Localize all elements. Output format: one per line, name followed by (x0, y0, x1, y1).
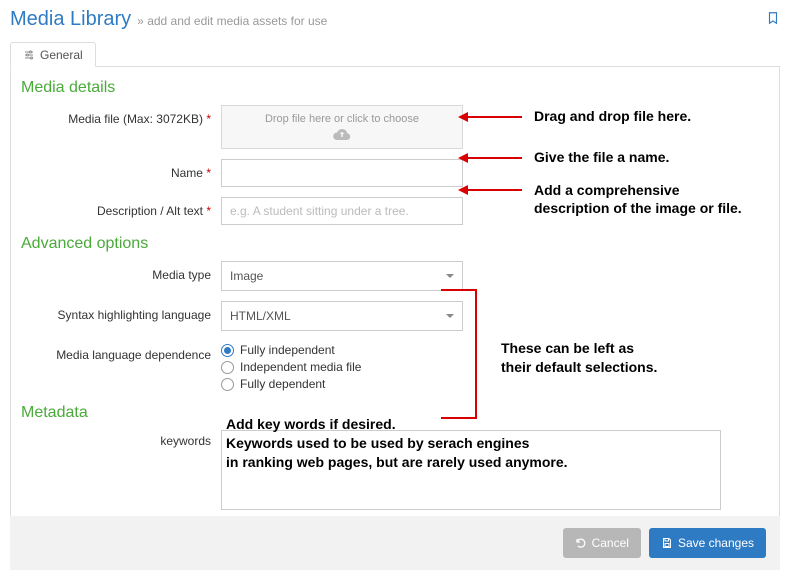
syntax-select[interactable]: HTML/XML (221, 301, 463, 331)
label-keywords: keywords (21, 430, 221, 448)
radio-label: Fully independent (240, 343, 335, 357)
cancel-button[interactable]: Cancel (563, 528, 641, 558)
syntax-value: HTML/XML (230, 309, 291, 323)
label-name: Name * (21, 159, 221, 180)
annotation-bracket (441, 289, 477, 419)
tab-general-label: General (40, 48, 83, 62)
arrow-icon (466, 116, 522, 118)
annotation-drop: Drag and drop file here. (466, 108, 691, 126)
arrow-icon (466, 189, 522, 191)
undo-icon (575, 537, 587, 549)
description-input[interactable] (221, 197, 463, 225)
dropzone-text: Drop file here or click to choose (265, 113, 419, 125)
page-header: Media Library add and edit media assets … (10, 8, 780, 35)
radio-fully-independent[interactable]: Fully independent (221, 343, 463, 357)
form-panel: Media details Media file (Max: 3072KB) *… (10, 67, 780, 538)
label-dependence: Media language dependence (21, 341, 221, 362)
media-type-value: Image (230, 269, 263, 283)
footer-bar: Cancel Save changes (10, 516, 780, 570)
tab-general[interactable]: General (10, 42, 96, 67)
media-type-select[interactable]: Image (221, 261, 463, 291)
radio-independent-media-file[interactable]: Independent media file (221, 360, 463, 374)
label-syntax: Syntax highlighting language (21, 301, 221, 322)
section-advanced: Advanced options (21, 235, 769, 253)
page-subtitle: add and edit media assets for use (137, 14, 327, 28)
keywords-textarea[interactable] (221, 430, 721, 510)
upload-cloud-icon (333, 127, 351, 141)
tab-bar: General (10, 41, 780, 67)
label-media-type: Media type (21, 261, 221, 282)
name-input[interactable] (221, 159, 463, 187)
section-media-details: Media details (21, 79, 769, 97)
caret-down-icon (446, 274, 454, 278)
save-button[interactable]: Save changes (649, 528, 766, 558)
save-label: Save changes (678, 536, 754, 550)
radio-label: Fully dependent (240, 377, 325, 391)
arrow-icon (466, 157, 522, 159)
cancel-label: Cancel (592, 536, 629, 550)
annotation-name: Give the file a name. (466, 149, 669, 167)
label-media-file: Media file (Max: 3072KB) * (21, 105, 221, 126)
radio-icon (221, 361, 234, 374)
label-description: Description / Alt text * (21, 197, 221, 218)
radio-icon (221, 344, 234, 357)
sliders-icon (23, 49, 35, 61)
bookmark-icon[interactable] (766, 11, 780, 25)
section-metadata: Metadata (21, 404, 769, 422)
annotation-defaults: These can be left as their default selec… (501, 339, 657, 377)
radio-label: Independent media file (240, 360, 361, 374)
annotation-description: Add a comprehensive description of the i… (466, 182, 742, 217)
radio-icon (221, 378, 234, 391)
radio-fully-dependent[interactable]: Fully dependent (221, 377, 463, 391)
page-title: Media Library (10, 8, 131, 31)
file-dropzone[interactable]: Drop file here or click to choose (221, 105, 463, 149)
save-icon (661, 537, 673, 549)
